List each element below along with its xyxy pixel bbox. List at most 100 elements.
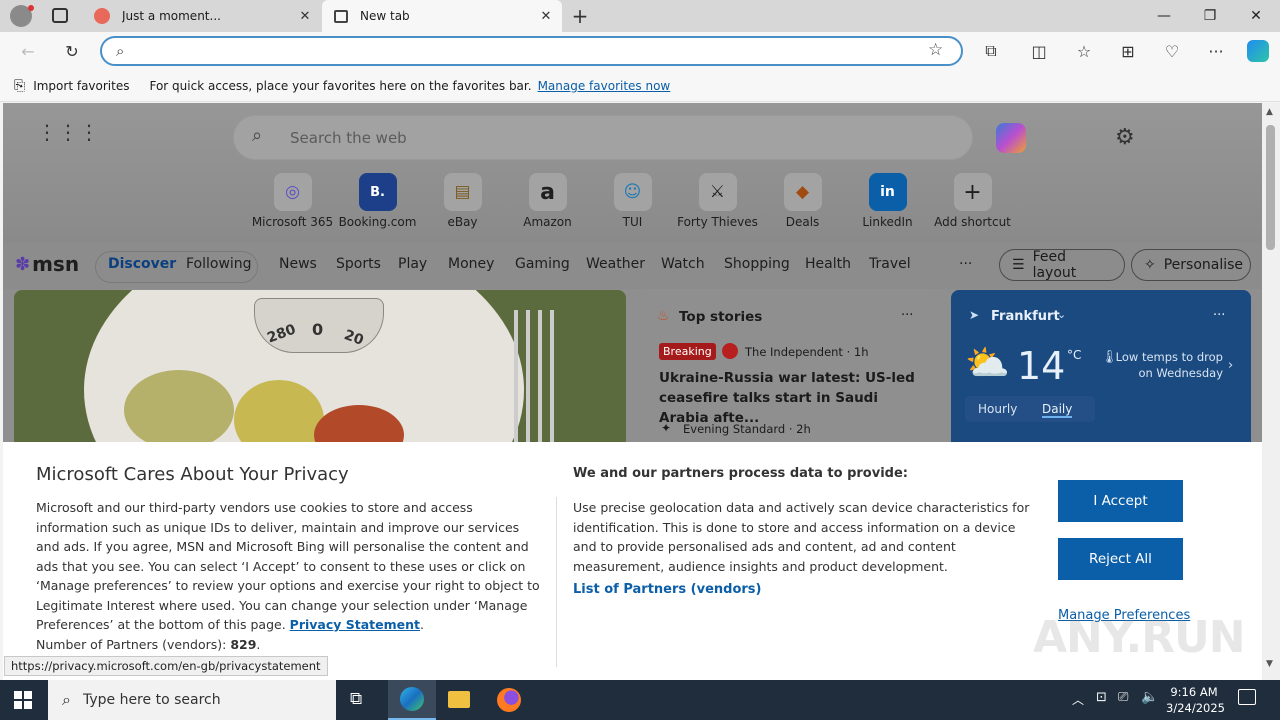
close-window-button[interactable]: ✕: [1233, 0, 1279, 32]
extensions-icon[interactable]: ⧉: [977, 37, 1005, 65]
back-button[interactable]: ←: [14, 37, 42, 65]
shortcut-tui[interactable]: ☺ TUI: [590, 173, 675, 229]
copilot-button[interactable]: [996, 123, 1026, 153]
web-search-input[interactable]: Search the web: [290, 129, 407, 147]
nav-more-button[interactable]: ···: [959, 256, 972, 272]
chevron-right-icon[interactable]: ›: [1228, 358, 1233, 373]
manage-favorites-link[interactable]: Manage favorites now: [538, 79, 671, 93]
shortcut-microsoft-365[interactable]: ◎ Microsoft 365: [250, 173, 335, 229]
tab-discover[interactable]: Discover: [108, 256, 176, 272]
scroll-down-icon[interactable]: ▼: [1266, 659, 1273, 669]
reject-all-button[interactable]: Reject All: [1058, 538, 1183, 580]
favorite-star-icon[interactable]: ☆: [928, 40, 943, 60]
shortcut-forty-thieves[interactable]: ⚔ Forty Thieves: [675, 173, 760, 229]
clock-date: 3/24/2025: [1166, 701, 1225, 715]
close-tab-icon[interactable]: ✕: [536, 9, 556, 24]
import-favorites-button[interactable]: Import favorites: [33, 79, 129, 93]
shortcut-ebay[interactable]: ▤ eBay: [420, 173, 505, 229]
favorites-icon[interactable]: ☆: [1070, 37, 1098, 65]
task-view-icon[interactable]: ⧉: [350, 689, 362, 709]
nav-shopping[interactable]: Shopping: [724, 256, 790, 272]
list-of-partners-link[interactable]: List of Partners (vendors): [573, 582, 761, 597]
taskbar-search-box[interactable]: ⌕ Type here to search: [48, 680, 336, 720]
nav-travel[interactable]: Travel: [869, 256, 911, 272]
tab-hourly[interactable]: Hourly: [978, 402, 1017, 416]
tab-daily[interactable]: Daily: [1042, 402, 1073, 418]
top-stories-more-button[interactable]: ···: [901, 308, 913, 323]
forty-thieves-icon: ⚔: [698, 173, 737, 211]
nav-play[interactable]: Play: [398, 256, 427, 272]
title-bar: Just a moment... ✕ New tab ✕ + — ❐ ✕: [0, 0, 1280, 32]
shortcut-label: Forty Thieves: [677, 215, 758, 229]
nav-money[interactable]: Money: [448, 256, 494, 272]
accept-button[interactable]: I Accept: [1058, 480, 1183, 522]
shortcut-deals[interactable]: ◆ Deals: [760, 173, 845, 229]
network-icon[interactable]: ⊡: [1096, 690, 1107, 705]
tab-new-tab[interactable]: New tab ✕: [322, 0, 562, 32]
volume-icon[interactable]: 🔈: [1141, 689, 1158, 705]
privacy-statement-link[interactable]: Privacy Statement: [290, 617, 420, 632]
shortcut-linkedin[interactable]: in LinkedIn: [845, 173, 930, 229]
nav-weather[interactable]: Weather: [586, 256, 645, 272]
weather-temp: 14: [1017, 344, 1066, 388]
minimize-button[interactable]: —: [1141, 0, 1187, 32]
weather-city[interactable]: Frankfurt: [991, 309, 1060, 324]
nav-gaming[interactable]: Gaming: [515, 256, 570, 272]
wired-network-icon[interactable]: ⎚: [1118, 690, 1128, 705]
hero-card[interactable]: 280 0 20: [14, 290, 626, 450]
sliders-icon: ☰: [1012, 257, 1025, 273]
split-screen-icon[interactable]: ◫: [1025, 37, 1053, 65]
period-text: .: [256, 636, 261, 652]
firefox-icon[interactable]: [497, 688, 521, 712]
windows-start-icon[interactable]: [14, 691, 32, 709]
partners-count: 829: [230, 636, 257, 652]
new-tab-favicon-icon: [334, 9, 348, 23]
refresh-button[interactable]: ↻: [58, 37, 86, 65]
nav-news[interactable]: News: [279, 256, 317, 272]
scrollbar-thumb[interactable]: [1266, 125, 1275, 250]
collections-icon[interactable]: ⊞: [1114, 37, 1142, 65]
notifications-icon[interactable]: [1238, 689, 1256, 705]
web-search-box[interactable]: ⌕ Search the web: [233, 115, 973, 160]
msn-logo[interactable]: ✽ msn: [15, 252, 79, 276]
edge-taskbar-icon[interactable]: [388, 680, 436, 720]
copilot-icon[interactable]: [1244, 37, 1272, 65]
tab-following[interactable]: Following: [186, 256, 252, 272]
scroll-up-icon[interactable]: ▲: [1266, 107, 1273, 117]
page-settings-icon[interactable]: ⚙: [1115, 125, 1135, 150]
shortcut-booking[interactable]: B. Booking.com: [335, 173, 420, 229]
browser-essentials-icon[interactable]: ♡: [1158, 37, 1186, 65]
nav-sports[interactable]: Sports: [336, 256, 381, 272]
shortcut-add[interactable]: + Add shortcut: [930, 173, 1015, 229]
msn-nav-bar: ✽ msn Discover Following News Sports Pla…: [3, 243, 1262, 289]
weather-card[interactable]: ➤ Frankfurt ⌄ ··· ⛅ 14 °C 🌡 Low temps to…: [951, 290, 1251, 450]
msn-butterfly-icon: ✽: [15, 253, 31, 275]
page-scrollbar[interactable]: ▲ ▼: [1262, 103, 1280, 681]
tab-just-a-moment[interactable]: Just a moment... ✕: [84, 0, 321, 32]
story-headline[interactable]: Ukraine-Russia war latest: US-led ceasef…: [659, 368, 924, 428]
close-tab-icon[interactable]: ✕: [295, 9, 315, 24]
partners-count-label: Number of Partners (vendors):: [36, 636, 227, 652]
clock[interactable]: 9:16 AM 3/24/2025: [1166, 684, 1225, 716]
personalise-button[interactable]: ✧ Personalise: [1131, 249, 1251, 281]
lemon-image: [234, 380, 324, 450]
address-bar[interactable]: ⌕ ☆: [100, 36, 963, 66]
settings-more-icon[interactable]: ···: [1202, 37, 1230, 65]
nav-health[interactable]: Health: [805, 256, 851, 272]
file-explorer-icon[interactable]: [448, 691, 470, 708]
restore-button[interactable]: ❐: [1187, 0, 1233, 32]
feed-layout-button[interactable]: ☰ Feed layout: [999, 249, 1125, 281]
nav-watch[interactable]: Watch: [661, 256, 705, 272]
fire-icon: ♨: [657, 308, 670, 324]
data-processing-body: Use precise geolocation data and activel…: [573, 500, 1030, 574]
chevron-up-icon[interactable]: ︿: [1072, 691, 1084, 708]
apps-launcher-icon[interactable]: ⋮⋮⋮: [37, 122, 100, 142]
weather-more-button[interactable]: ···: [1213, 308, 1225, 323]
new-tab-button[interactable]: +: [568, 4, 592, 28]
shortcut-label: Add shortcut: [934, 215, 1011, 229]
feed-layout-label: Feed layout: [1032, 249, 1077, 281]
tab-actions-icon[interactable]: [52, 8, 68, 23]
location-arrow-icon: ➤: [969, 308, 980, 322]
taskbar-search-input[interactable]: Type here to search: [83, 692, 221, 708]
shortcut-amazon[interactable]: a Amazon: [505, 173, 590, 229]
